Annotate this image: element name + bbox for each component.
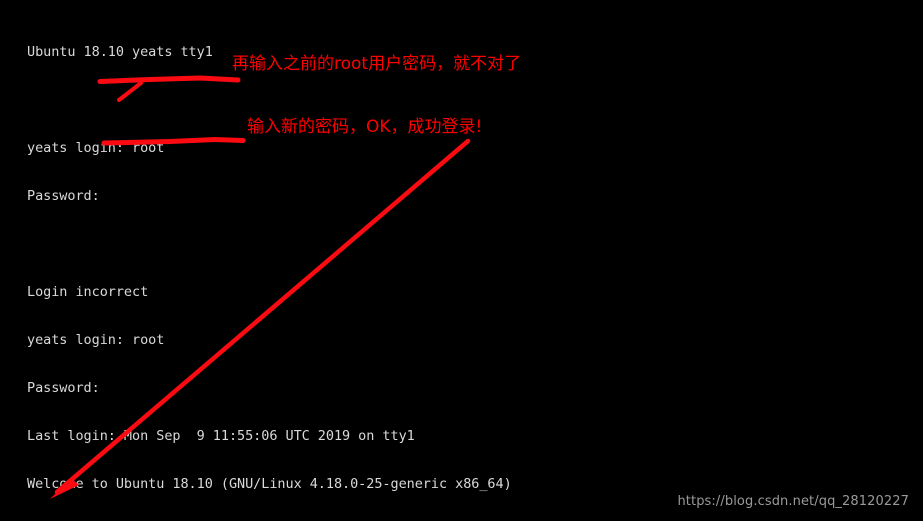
terminal-line-password-2: Password:	[27, 380, 100, 396]
terminal-output[interactable]: Ubuntu 18.10 yeats tty1 yeats login: roo…	[27, 12, 917, 521]
terminal-line-password-1: Password:	[27, 188, 100, 204]
terminal-line-login-2: yeats login: root	[27, 332, 165, 348]
terminal-line-welcome: Welcome to Ubuntu 18.10 (GNU/Linux 4.18.…	[27, 476, 512, 492]
terminal-line-login-1: yeats login: root	[27, 140, 165, 156]
terminal-screen: Ubuntu 18.10 yeats tty1 yeats login: roo…	[0, 0, 923, 521]
terminal-line-login-incorrect: Login incorrect	[27, 284, 149, 300]
annotation-note-wrong-password: 再输入之前的root用户密码，就不对了	[232, 54, 522, 74]
watermark-url: https://blog.csdn.net/qq_28120227	[677, 494, 909, 509]
terminal-line-last-login: Last login: Mon Sep 9 11:55:06 UTC 2019 …	[27, 428, 415, 444]
annotation-note-new-password: 输入新的密码，OK，成功登录!	[247, 117, 483, 137]
